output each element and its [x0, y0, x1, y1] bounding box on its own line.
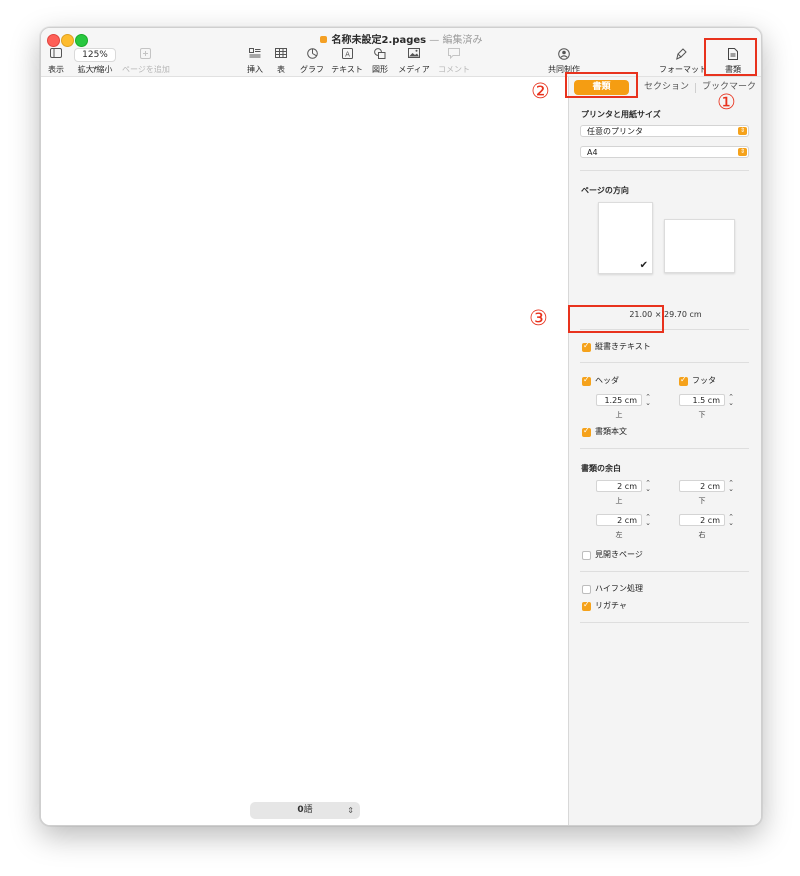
collaborate-button[interactable]: 共同制作	[547, 48, 581, 75]
up-down-arrows-icon: ⇕	[738, 127, 747, 135]
pages-window: 名称未設定2.pages — 編集済み 表示 125% ⌄ 拡大/縮小 ページを…	[40, 27, 762, 826]
divider	[580, 170, 749, 171]
margin-right-field[interactable]: 2 cm	[679, 514, 725, 526]
document-icon	[319, 36, 327, 43]
facing-pages-checkbox[interactable]	[582, 551, 591, 560]
view-button[interactable]: 表示	[47, 48, 65, 75]
format-button[interactable]: フォーマット	[659, 48, 707, 75]
table-icon	[273, 48, 289, 62]
document-body-label: 書類本文	[595, 427, 627, 436]
file-name: 名称未設定2.pages	[331, 35, 427, 46]
checkmark-icon: ✔	[639, 260, 648, 271]
margin-top-label: 上	[615, 497, 623, 505]
shape-button[interactable]: 図形	[371, 48, 389, 75]
footer-position-label: 下	[698, 411, 706, 419]
edit-state: 編集済み	[442, 35, 483, 46]
window-title: 名称未設定2.pages — 編集済み	[41, 31, 761, 46]
shape-icon	[371, 48, 389, 62]
zoom-control[interactable]: 125% ⌄ 拡大/縮小	[74, 48, 116, 75]
divider	[580, 362, 749, 363]
divider	[580, 622, 749, 623]
annotation-number-1: ①	[717, 90, 736, 114]
ligatures-label: リガチャ	[595, 601, 627, 610]
comment-button[interactable]: コメント	[438, 48, 470, 75]
orientation-section-title: ページの方向	[581, 186, 629, 195]
vertical-text-checkbox[interactable]	[582, 341, 591, 352]
paper-size-popup[interactable]: A4 ⇕	[580, 146, 749, 158]
footer-checkbox[interactable]	[679, 375, 688, 386]
tab-section[interactable]: セクション	[644, 80, 689, 95]
table-button[interactable]: 表	[273, 48, 289, 75]
text-box-button[interactable]: A テキスト	[331, 48, 363, 75]
zoom-popup[interactable]: 125% ⌄	[74, 48, 116, 72]
facing-pages-label: 見開きページ	[595, 550, 643, 559]
margin-left-field[interactable]: 2 cm	[596, 514, 642, 526]
footer-distance-stepper[interactable]: ⌃ ⌄	[727, 394, 735, 407]
svg-text:A: A	[345, 50, 350, 58]
annotation-number-3: ③	[529, 306, 548, 330]
margin-left-label: 左	[615, 531, 623, 539]
insert-list-icon	[244, 48, 266, 62]
divider	[580, 571, 749, 572]
printer-section-title: プリンタと用紙サイズ	[581, 110, 661, 119]
document-canvas[interactable]: 0語 ⇕	[41, 77, 568, 825]
hyphenation-checkbox[interactable]	[582, 585, 591, 594]
insert-button[interactable]: 挿入	[244, 48, 266, 75]
footer-label: フッタ	[692, 376, 716, 385]
chart-button[interactable]: グラフ	[299, 48, 325, 75]
vertical-text-label: 縦書きテキスト	[595, 342, 651, 351]
paintbrush-icon	[659, 48, 703, 62]
collaborate-icon	[547, 48, 581, 62]
header-position-label: 上	[615, 411, 623, 419]
margin-top-field[interactable]: 2 cm	[596, 480, 642, 492]
portrait-orientation-option[interactable]: ✔	[598, 202, 653, 274]
sidebar-icon	[47, 48, 65, 62]
word-count-popup[interactable]: 0語 ⇕	[250, 802, 360, 819]
margin-right-stepper[interactable]: ⌃ ⌄	[727, 514, 735, 527]
pie-chart-icon	[299, 48, 325, 62]
add-page-button[interactable]: ページを追加	[122, 48, 170, 75]
tab-separator	[695, 83, 696, 93]
divider	[580, 448, 749, 449]
annotation-box-vertical-text	[568, 305, 664, 333]
margin-bottom-stepper[interactable]: ⌃ ⌄	[727, 480, 735, 493]
up-down-arrows-icon: ⇕	[347, 806, 354, 815]
document-inspector: 書類 セクション ブックマーク プリンタと用紙サイズ 任意のプリンタ ⇕ A4 …	[568, 77, 761, 825]
landscape-orientation-option[interactable]	[664, 219, 735, 273]
header-label: ヘッダ	[595, 376, 619, 385]
up-down-arrows-icon: ⇕	[738, 148, 747, 156]
margin-bottom-label: 下	[698, 497, 706, 505]
text-box-icon: A	[331, 48, 363, 62]
comment-icon	[438, 48, 470, 62]
document-body-checkbox[interactable]	[582, 426, 591, 437]
media-button[interactable]: メディア	[398, 48, 430, 75]
header-checkbox[interactable]	[582, 375, 591, 386]
annotation-box-document-button	[704, 38, 757, 76]
printer-popup[interactable]: 任意のプリンタ ⇕	[580, 125, 749, 137]
title-bar: 名称未設定2.pages — 編集済み 表示 125% ⌄ 拡大/縮小 ページを…	[41, 28, 761, 77]
header-distance-stepper[interactable]: ⌃ ⌄	[644, 394, 652, 407]
margin-bottom-field[interactable]: 2 cm	[679, 480, 725, 492]
margin-top-stepper[interactable]: ⌃ ⌄	[644, 480, 652, 493]
ligatures-checkbox[interactable]	[582, 600, 591, 611]
margin-left-stepper[interactable]: ⌃ ⌄	[644, 514, 652, 527]
annotation-box-document-tab	[565, 72, 638, 98]
photo-icon	[398, 48, 430, 62]
annotation-number-2: ②	[531, 79, 550, 103]
add-page-icon	[122, 48, 168, 62]
margins-section-title: 書類の余白	[581, 464, 621, 473]
hyphenation-label: ハイフン処理	[595, 584, 643, 593]
footer-distance-field[interactable]: 1.5 cm	[679, 394, 725, 406]
header-distance-field[interactable]: 1.25 cm	[596, 394, 642, 406]
margin-right-label: 右	[698, 531, 706, 539]
